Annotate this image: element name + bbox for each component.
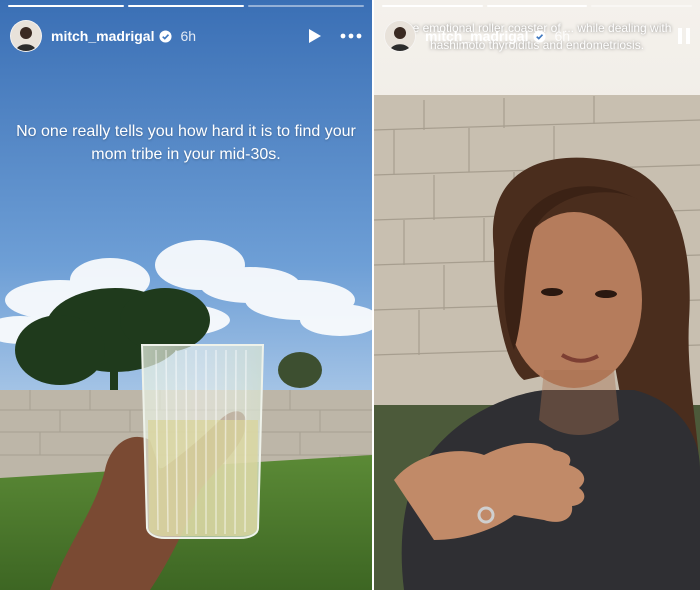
- progress-segment: [128, 5, 244, 7]
- verified-badge-icon: [159, 29, 173, 43]
- username[interactable]: mitch_madrigal: [425, 28, 528, 44]
- avatar-image: [11, 21, 41, 51]
- post-time: 6h: [180, 28, 197, 44]
- verified-badge-icon: [533, 29, 547, 43]
- progress-segment: [591, 5, 693, 7]
- story-photo-glass: [0, 0, 372, 590]
- story-header: mitch_madrigal 6h: [10, 18, 362, 54]
- story-panel-left[interactable]: mitch_madrigal 6h No one really tells yo…: [0, 0, 372, 590]
- story-panel-right[interactable]: mitch_madrigal 6h the emotional roller c…: [374, 0, 700, 590]
- story-caption: No one really tells you how hard it is t…: [16, 123, 356, 164]
- progress-segment: [382, 5, 483, 7]
- play-button[interactable]: [308, 28, 322, 44]
- progress-segment: [8, 5, 124, 7]
- story-progress-bars: [382, 5, 693, 7]
- progress-segment: [486, 5, 588, 7]
- glass-shape: [140, 344, 265, 539]
- story-photo-selfie: [374, 0, 700, 590]
- story-header: mitch_madrigal 6h: [384, 18, 690, 54]
- pause-button[interactable]: [678, 28, 690, 44]
- story-progress-bars: [8, 5, 364, 7]
- more-options-button[interactable]: [340, 33, 362, 39]
- username[interactable]: mitch_madrigal: [51, 28, 154, 44]
- avatar[interactable]: [384, 20, 416, 52]
- avatar[interactable]: [10, 20, 42, 52]
- post-time: 6h: [554, 28, 571, 44]
- pause-icon: [678, 28, 690, 44]
- play-icon: [309, 29, 321, 43]
- more-icon: [340, 33, 362, 39]
- progress-fill: [8, 5, 124, 7]
- progress-fill: [382, 5, 483, 7]
- progress-fill: [486, 5, 588, 7]
- avatar-image: [385, 21, 415, 51]
- progress-fill: [128, 5, 244, 7]
- progress-segment: [248, 5, 364, 7]
